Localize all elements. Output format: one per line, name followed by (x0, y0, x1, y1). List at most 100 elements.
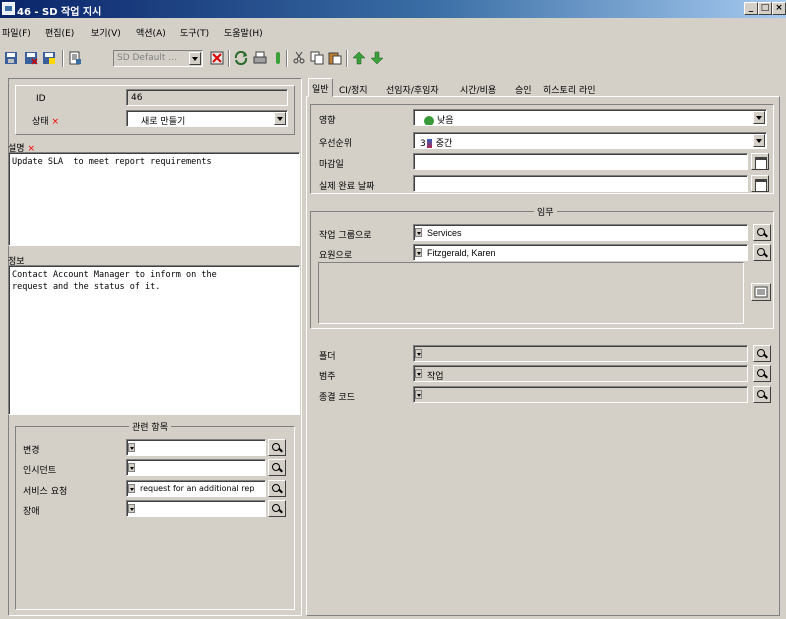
refresh-icon[interactable] (234, 51, 248, 65)
related-incident-label: 인시던트 (23, 466, 57, 476)
priority-select[interactable]: 3 중간 (413, 132, 767, 149)
paste-icon[interactable] (328, 51, 342, 65)
related-change-label: 변경 (23, 446, 40, 456)
search-icon[interactable] (268, 480, 286, 497)
template-icon[interactable] (68, 51, 82, 65)
copy-icon[interactable] (310, 51, 324, 65)
workgroup-field[interactable]: Services (413, 224, 748, 241)
attach-icon[interactable] (271, 51, 285, 65)
menu-tools[interactable]: 도구(T) (180, 26, 209, 39)
deadline-field[interactable] (413, 153, 748, 170)
menu-bar: 파일(F) 편집(E) 보기(V) 액션(A) 도구(T) 도움말(H) (0, 24, 786, 40)
chevron-down-icon[interactable] (415, 390, 422, 399)
priority-label: 우선순위 (319, 139, 353, 149)
info-field[interactable]: Contact Account Manager to inform on the… (8, 265, 300, 415)
search-icon[interactable] (753, 386, 771, 403)
menu-help[interactable]: 도움말(H) (224, 26, 263, 39)
chevron-down-icon[interactable] (753, 111, 765, 124)
calendar-icon[interactable] (751, 153, 769, 170)
chevron-down-icon[interactable] (128, 484, 135, 493)
tab-history-lines[interactable]: 히스토리 라인 (540, 80, 599, 97)
window-title: 46 - SD 작업 지시 (17, 7, 102, 18)
related-incident-field[interactable] (126, 459, 266, 476)
search-icon[interactable] (268, 439, 286, 456)
arrow-down-icon[interactable] (370, 51, 384, 65)
status-select[interactable]: 새로 만들기 (126, 110, 288, 127)
chevron-down-icon[interactable] (415, 349, 422, 358)
menu-view[interactable]: 보기(V) (91, 26, 121, 39)
tab-predecessor-successor[interactable]: 선임자/후임자 (383, 80, 442, 97)
impact-label: 영향 (319, 116, 336, 126)
delete-icon[interactable] (210, 51, 224, 65)
list-detail-button[interactable] (751, 283, 771, 301)
chevron-down-icon[interactable] (415, 228, 422, 237)
search-icon[interactable] (268, 459, 286, 476)
folder-field[interactable] (413, 345, 748, 362)
related-service-request-label: 서비스 요청 (23, 487, 68, 497)
chevron-down-icon[interactable] (128, 443, 135, 452)
closure-code-label: 종결 코드 (319, 393, 355, 403)
search-icon[interactable] (753, 365, 771, 382)
chevron-down-icon[interactable] (415, 369, 422, 378)
id-label: ID (36, 94, 46, 104)
impact-value: 낮음 (437, 116, 454, 126)
calendar-icon[interactable] (751, 175, 769, 192)
chevron-down-icon[interactable] (128, 463, 135, 472)
search-icon[interactable] (268, 500, 286, 517)
search-icon[interactable] (753, 345, 771, 362)
related-problem-field[interactable] (126, 500, 266, 517)
print-icon[interactable] (253, 51, 267, 65)
chevron-down-icon[interactable] (128, 504, 135, 513)
toolbar-separator (62, 50, 64, 67)
related-service-request-field[interactable]: request for an additional rep (126, 480, 266, 497)
related-change-field[interactable] (126, 439, 266, 456)
status-value: 새로 만들기 (141, 117, 186, 127)
impact-select[interactable]: 낮음 (413, 109, 767, 126)
menu-edit[interactable]: 편집(E) (45, 26, 74, 39)
search-icon[interactable] (753, 244, 771, 261)
folder-label: 폴더 (319, 352, 336, 362)
assignment-list[interactable] (318, 262, 744, 324)
arrow-up-icon[interactable] (352, 51, 366, 65)
cut-icon[interactable] (292, 51, 306, 65)
tab-general[interactable]: 일반 (308, 78, 333, 97)
menu-action[interactable]: 액션(A) (136, 26, 166, 39)
left-panel: ID 46 상태 × 새로 만들기 설명 × Update SLA to mee… (8, 78, 302, 616)
actual-done-field[interactable] (413, 175, 748, 192)
tab-time-cost[interactable]: 시간/비용 (457, 80, 499, 97)
title-bar: 46 - SD 작업 지시 _ □ × (0, 0, 786, 18)
person-label: 요원으로 (319, 251, 353, 261)
assignment-title: 임무 (534, 205, 557, 218)
workgroup-label: 작업 그룹으로 (319, 231, 372, 241)
closure-code-field[interactable] (413, 386, 748, 403)
minimize-button[interactable]: _ (744, 2, 758, 15)
category-label: 범주 (319, 372, 336, 382)
app-icon (2, 2, 15, 15)
status-label: 상태 × (32, 114, 59, 127)
chevron-down-icon[interactable] (753, 134, 765, 147)
person-field[interactable]: Fitzgerald, Karen (413, 244, 748, 261)
tab-approval[interactable]: 승인 (512, 80, 535, 97)
tab-ci-outage[interactable]: CI/정지 (336, 80, 371, 97)
maximize-button[interactable]: □ (758, 2, 772, 15)
template-select[interactable]: SD Default ... (113, 50, 203, 67)
related-items-title: 관련 항목 (129, 420, 171, 433)
save-close-icon[interactable] (24, 51, 38, 65)
priority-bar-icon (426, 138, 432, 148)
priority-value: 중간 (435, 139, 453, 149)
menu-file[interactable]: 파일(F) (2, 26, 31, 39)
save-new-icon[interactable] (42, 51, 56, 65)
chevron-down-icon[interactable] (274, 112, 286, 125)
chevron-down-icon[interactable] (415, 248, 422, 257)
close-button[interactable]: × (772, 2, 786, 15)
save-icon[interactable] (4, 51, 18, 65)
list-icon (754, 286, 768, 298)
chevron-down-icon (189, 52, 201, 65)
toolbar-separator (286, 50, 288, 67)
actual-done-label: 실제 완료 날짜 (319, 182, 375, 192)
toolbar: SD Default ... (0, 46, 786, 72)
related-problem-label: 장애 (23, 507, 40, 517)
search-icon[interactable] (753, 224, 771, 241)
category-field[interactable]: 작업 (413, 365, 748, 382)
description-field[interactable]: Update SLA to meet report requirements (8, 152, 300, 246)
